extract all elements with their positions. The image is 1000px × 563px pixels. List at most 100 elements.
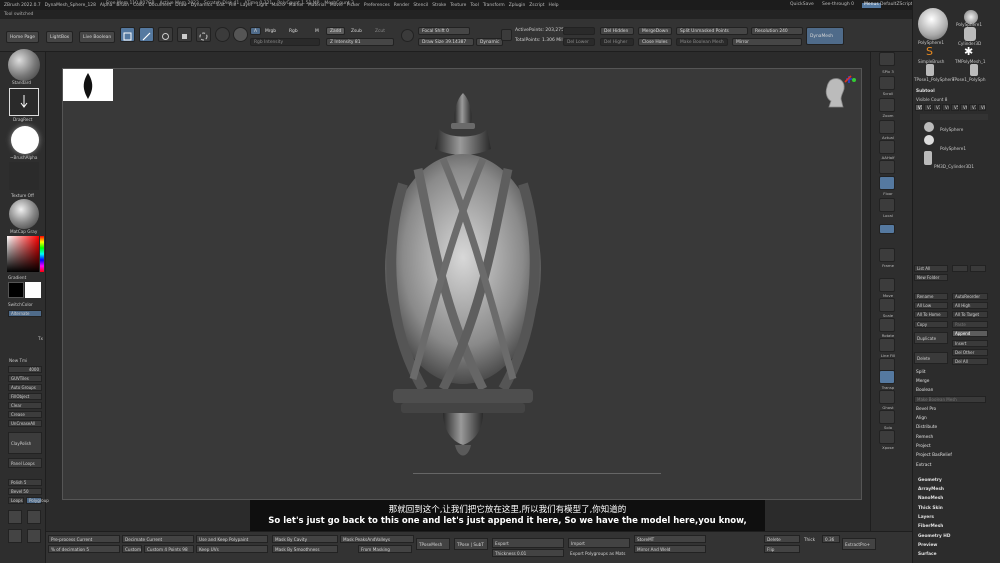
split-menu[interactable]: Split — [916, 370, 926, 375]
v2-button[interactable]: V2 — [924, 104, 932, 111]
auto-groups-button[interactable]: Auto Groups — [8, 384, 42, 391]
menu-item[interactable]: Zscript — [529, 3, 544, 8]
close-holes-button[interactable]: Close Holes — [638, 38, 672, 46]
menu-item[interactable]: Zplugin — [509, 3, 526, 8]
import-button[interactable]: Import — [568, 538, 630, 548]
v4-button[interactable]: V4 — [942, 104, 950, 111]
split-unmasked-button[interactable]: Split Unmasked Points — [676, 27, 748, 35]
flip-button[interactable]: Flip — [764, 545, 800, 553]
tool-icon-d[interactable] — [27, 529, 41, 543]
duplicate-button[interactable]: Duplicate — [914, 332, 948, 344]
distribute-menu[interactable]: Distribute — [916, 425, 937, 430]
list-all-button[interactable]: List All — [914, 265, 948, 272]
mirror-button[interactable]: Mirror — [732, 38, 802, 46]
subtool-row-empty[interactable] — [920, 114, 988, 120]
delete-button[interactable]: Delete — [914, 352, 948, 364]
brush-thumbnail[interactable] — [8, 49, 40, 81]
pre-process-button[interactable]: Pre-process Current — [48, 535, 120, 543]
boolean-menu[interactable]: Boolean — [916, 388, 933, 393]
uncrease-all-button[interactable]: UnCreaseAll — [8, 420, 42, 427]
rgb-intensity-slider[interactable]: Rgb Intensity — [250, 38, 320, 46]
alpha-thumbnail[interactable] — [11, 126, 39, 154]
panel-loops-button[interactable]: Panel Loops — [8, 458, 42, 468]
remesh-menu[interactable]: Remesh — [916, 435, 933, 440]
thickness-slider[interactable]: Thickness 0.01 — [492, 549, 564, 557]
del-hidden-button[interactable]: Del Hidden — [600, 27, 634, 35]
simple-brush-icon[interactable]: S — [926, 45, 933, 58]
local-button[interactable] — [879, 198, 895, 212]
alternate-button[interactable]: Alternate — [8, 310, 42, 317]
rotate-button[interactable] — [196, 27, 211, 42]
all-high-button[interactable]: All High — [952, 302, 988, 309]
paste-button[interactable]: Paste — [952, 321, 988, 328]
zadd-toggle[interactable]: Zadd — [326, 27, 346, 35]
make-boolean-mesh-button[interactable]: Make Boolean Mesh — [914, 396, 986, 403]
z-intensity-slider[interactable]: Z Intensity 81 — [326, 38, 394, 46]
rgb-toggle[interactable]: Rgb — [286, 27, 301, 35]
spix-slider[interactable]: SPix 3 — [875, 69, 901, 74]
texture-thumbnail[interactable] — [9, 162, 39, 190]
stroke-thumbnail[interactable] — [9, 88, 39, 116]
persp-button[interactable] — [879, 160, 895, 174]
mirror-and-weld-button[interactable]: Mirror And Weld — [634, 545, 706, 553]
material-thumbnail[interactable] — [9, 199, 39, 229]
subtool-name[interactable]: PolySphere1 — [940, 146, 966, 151]
v1-button[interactable]: V1 — [915, 104, 923, 111]
copy-button[interactable]: Copy — [914, 321, 948, 328]
tool-thumb-cylinder[interactable] — [964, 27, 976, 41]
see-through-slider[interactable]: See-through 0 — [822, 2, 854, 8]
loops-button[interactable]: Loops — [8, 497, 24, 504]
menu-item[interactable]: Texture — [450, 3, 466, 8]
secondary-color-swatch[interactable] — [25, 282, 41, 298]
aahalf-button[interactable] — [879, 140, 895, 154]
insert-button[interactable]: Insert — [952, 340, 988, 347]
scale-button[interactable] — [177, 27, 192, 42]
v6-button[interactable]: V6 — [960, 104, 968, 111]
subtool-name[interactable]: PolySphere — [940, 127, 963, 132]
focal-point-button[interactable] — [401, 29, 414, 42]
surface-menu[interactable]: Surface — [918, 552, 937, 557]
decimate-current-button[interactable]: Decimate Current — [122, 535, 194, 543]
scale-view-button[interactable] — [879, 298, 895, 312]
transp-button[interactable] — [879, 370, 895, 384]
xpose-button[interactable] — [879, 430, 895, 444]
bevel-slider[interactable]: Bevel 50 — [8, 488, 42, 495]
tool-icon-a[interactable] — [8, 510, 22, 524]
draw-size-slider[interactable]: Draw Size 39.14387 — [418, 38, 474, 46]
auto-reorder-button[interactable]: AutoReorder — [952, 293, 988, 300]
subtool-name[interactable]: PM3D_Cylinder3D1 — [934, 164, 974, 169]
geometry-hd-menu[interactable]: Geometry HD — [918, 534, 950, 539]
thick-value-slider[interactable]: 0.36 — [822, 535, 840, 543]
color-swatch[interactable] — [233, 27, 248, 42]
texture-toggle[interactable]: Tx — [38, 336, 43, 341]
merge-down-button[interactable]: MergeDown — [638, 27, 672, 35]
keep-uvs-button[interactable]: Keep UVs — [196, 545, 268, 553]
value-4000-slider[interactable]: 4000 — [8, 366, 42, 373]
menu-item[interactable]: Transform — [483, 3, 505, 8]
rename-button[interactable]: Rename — [914, 293, 948, 300]
delete-bottom-button[interactable]: Delete — [764, 535, 800, 543]
fill-object-button[interactable]: FillObject — [8, 393, 42, 400]
v3-button[interactable]: V3 — [933, 104, 941, 111]
layers-menu[interactable]: Layers — [918, 515, 934, 520]
floor-button[interactable] — [879, 176, 895, 190]
menu-item[interactable]: Tool — [470, 3, 479, 8]
zoom-button[interactable] — [879, 98, 895, 112]
m-toggle[interactable]: M — [312, 27, 322, 35]
tm-polymesh-icon[interactable]: ✱ — [964, 45, 973, 58]
zsub-toggle[interactable]: Zsub — [348, 27, 365, 35]
del-higher-button[interactable]: Del Higher — [600, 38, 634, 46]
project-menu[interactable]: Project — [916, 444, 931, 449]
extract-menu[interactable]: Extract — [916, 463, 931, 468]
menu-item[interactable]: Stencil — [413, 3, 428, 8]
clear-button[interactable]: Clear — [8, 402, 42, 409]
all-low-button[interactable]: All Low — [914, 302, 948, 309]
navigation-head-icon[interactable] — [819, 75, 859, 111]
xyz-button[interactable] — [879, 224, 895, 234]
draw-button[interactable] — [139, 27, 154, 42]
store-mt-button[interactable]: StoreMT — [634, 535, 706, 543]
arrow-up-button[interactable] — [952, 265, 968, 272]
focal-shift-slider[interactable]: Focal Shift 0 — [418, 27, 470, 35]
v5-button[interactable]: V5 — [951, 104, 959, 111]
v7-button[interactable]: V7 — [969, 104, 977, 111]
